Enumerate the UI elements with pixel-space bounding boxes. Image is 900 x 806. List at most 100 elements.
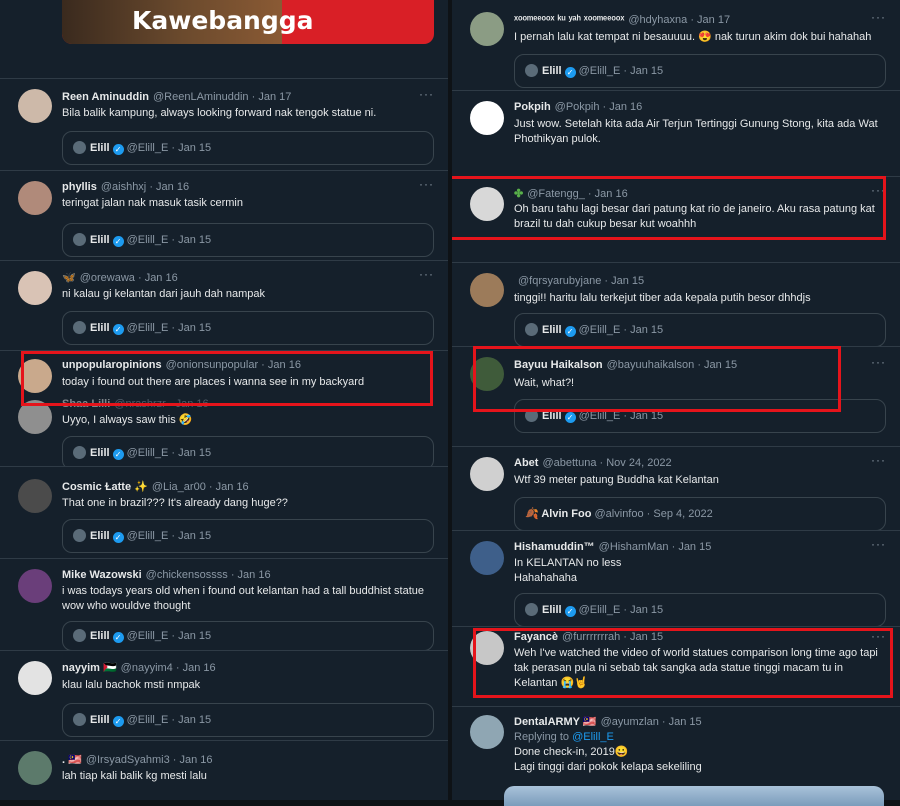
tweet-card[interactable]: @fqrsyarubyjane · Jan 15 tinggi!! haritu… [452,262,900,347]
tweet-author-name[interactable]: ˣᵒᵒᵐᵉᵉᵒᵒˣ ᵏᵘ ʸᵃʰ ˣᵒᵒᵐᵉᵉᵒᵒˣ [514,14,624,26]
quoted-tweet[interactable]: Elill ✓ @Elill_E · Jan 15 [62,519,434,553]
quoted-tweet[interactable]: Elill ✓ @Elill_E · Jan 15 [62,131,434,165]
tweet-date[interactable]: Jan 16 [595,188,628,200]
tweet-author-name[interactable]: Cosmic Ɫatte ✨ [62,481,148,493]
quoted-media-banner[interactable]: Kawebangga [62,0,434,44]
tweet-author-name[interactable]: Fayancè [514,631,558,643]
quoted-tweet[interactable]: Elill ✓ @Elill_E · Jan 15 [514,399,886,433]
tweet-author-name[interactable]: Pokpih [514,101,551,113]
tweet-date[interactable]: Jan 16 [180,754,213,766]
avatar[interactable] [470,631,504,665]
tweet-handle[interactable]: @nrashrzr [114,398,166,410]
tweet-card[interactable]: phyllis @aishhxj · Jan 16 ··· teringat ja… [0,170,448,260]
tweet-card[interactable]: Fayancè @furrrrrrrah · Jan 15 ··· Weh I'v… [452,626,900,706]
tweet-media-image[interactable] [504,786,884,806]
tweet-card[interactable]: Reen Aminuddin @ReenLAminuddin · Jan 17 ·… [0,78,448,170]
tweet-date[interactable]: Jan 16 [609,101,642,113]
avatar[interactable] [18,569,52,603]
tweet-date[interactable]: Jan 17 [697,14,730,26]
tweet-card[interactable]: unpopularopinions @onionsunpopular · Jan … [0,350,448,398]
more-dots-icon[interactable]: ··· [871,537,886,551]
more-dots-icon[interactable]: ··· [871,10,886,24]
tweet-date[interactable]: Jan 15 [669,716,702,728]
avatar[interactable] [470,457,504,491]
tweet-card[interactable]: Abet @abettuna · Nov 24, 2022 ··· Wtf 39 … [452,446,900,531]
tweet-author-name[interactable]: Mike Wazowski [62,569,142,581]
replying-handle-link[interactable]: @Elill_E [572,731,614,743]
tweet-card[interactable]: Shaa Lilli @nrashrzr · Jan 16 Uyyo, I alw… [0,398,448,470]
tweet-author-name[interactable]: Reen Aminuddin [62,91,149,103]
tweet-card[interactable]: Mike Wazowski @chickensossss · Jan 16 i w… [0,558,448,651]
tweet-card[interactable]: Pokpih @Pokpih · Jan 16 Just wow. Setelah… [452,90,900,176]
quoted-tweet[interactable]: Elill ✓ @Elill_E · Jan 15 [62,436,434,470]
tweet-date[interactable]: Jan 15 [630,631,663,643]
tweet-card[interactable]: Hishamuddin™ @HishamMan · Jan 15 ··· In K… [452,530,900,627]
tweet-handle[interactable]: @furrrrrrrah [562,631,620,643]
tweet-handle[interactable]: @nayyim4 [121,662,173,674]
tweet-date[interactable]: Jan 16 [238,569,271,581]
tweet-author-name[interactable]: phyllis [62,181,97,193]
avatar[interactable] [470,101,504,135]
more-dots-icon[interactable]: ··· [871,355,886,369]
tweet-author-name[interactable]: nayyim 🇵🇸 [62,662,117,674]
tweet-handle[interactable]: @ReenLAminuddin [153,91,249,103]
avatar[interactable] [18,89,52,123]
more-dots-icon[interactable]: ··· [871,183,886,197]
tweet-date[interactable]: Jan 16 [216,481,249,493]
avatar[interactable] [18,359,52,393]
avatar[interactable] [18,661,52,695]
more-dots-icon[interactable]: ··· [871,629,886,643]
more-dots-icon[interactable]: ··· [419,87,434,101]
quoted-tweet[interactable]: Elill ✓ @Elill_E · Jan 15 [62,311,434,345]
tweet-author-name[interactable]: . 🇲🇾 [62,754,82,766]
more-dots-icon[interactable]: ··· [871,453,886,467]
quoted-tweet[interactable]: Elill ✓ @Elill_E · Jan 15 [62,621,434,651]
quoted-tweet[interactable]: Elill ✓ @Elill_E · Jan 15 [514,593,886,627]
tweet-handle[interactable]: @abettuna [542,457,596,469]
tweet-handle[interactable]: @aishhxj [101,181,146,193]
tweet-date[interactable]: Jan 15 [678,541,711,553]
tweet-date[interactable]: Jan 16 [156,181,189,193]
avatar[interactable] [470,12,504,46]
tweet-handle[interactable]: @chickensossss [146,569,228,581]
tweet-author-name[interactable]: ✤ [514,188,523,200]
tweet-author-name[interactable]: Shaa Lilli [62,398,110,410]
tweet-handle[interactable]: @ayumzlan [601,716,659,728]
quoted-tweet[interactable]: 🍂 Alvin Foo @alvinfoo · Sep 4, 2022 [514,497,886,531]
tweet-card[interactable]: ✤ @Fatengg_ · Jan 16 ··· Oh baru tahu lag… [452,176,900,260]
tweet-card[interactable]: nayyim 🇵🇸 @nayyim4 · Jan 16 klau lalu bac… [0,650,448,740]
tweet-author-name[interactable]: DentalARMY 🇲🇾 [514,716,597,728]
avatar[interactable] [470,715,504,749]
tweet-card[interactable]: Cosmic Ɫatte ✨ @Lia_ar00 · Jan 16 That on… [0,466,448,558]
tweet-author-name[interactable]: Abet [514,457,538,469]
tweet-author-name[interactable]: 🦋 [62,272,76,284]
avatar[interactable] [18,479,52,513]
tweet-card[interactable]: . 🇲🇾 @IrsyadSyahmi3 · Jan 16 lah tiap kal… [0,740,448,800]
avatar[interactable] [470,273,504,307]
more-dots-icon[interactable]: ··· [419,267,434,281]
tweet-date[interactable]: Jan 16 [183,662,216,674]
tweet-date[interactable]: Jan 15 [611,275,644,287]
tweet-handle[interactable]: @HishamMan [599,541,669,553]
more-dots-icon[interactable]: ··· [419,177,434,191]
tweet-date[interactable]: Jan 15 [704,359,737,371]
tweet-date[interactable]: Jan 16 [268,359,301,371]
tweet-handle[interactable]: @Lia_ar00 [152,481,206,493]
avatar[interactable] [470,187,504,221]
tweet-card[interactable]: ˣᵒᵒᵐᵉᵉᵒᵒˣ ᵏᵘ ʸᵃʰ ˣᵒᵒᵐᵉᵉᵒᵒˣ @hdyhaxna · Ja… [452,0,900,88]
tweet-handle[interactable]: @Fatengg_ [527,188,585,200]
tweet-handle[interactable]: @fqrsyarubyjane [518,275,601,287]
avatar[interactable] [470,541,504,575]
tweet-card[interactable]: Bayuu Haikalson @bayuuhaikalson · Jan 15 … [452,346,900,446]
tweet-author-name[interactable]: Hishamuddin™ [514,541,595,553]
tweet-date[interactable]: Nov 24, 2022 [606,457,671,469]
avatar[interactable] [18,181,52,215]
tweet-card[interactable]: 🦋 @orewawa · Jan 16 ··· ni kalau gi kelan… [0,260,448,350]
quoted-tweet[interactable]: Elill ✓ @Elill_E · Jan 15 [62,703,434,737]
quoted-tweet[interactable]: Elill ✓ @Elill_E · Jan 15 [62,223,434,257]
tweet-date[interactable]: Jan 16 [145,272,178,284]
tweet-handle[interactable]: @onionsunpopular [166,359,259,371]
quoted-tweet[interactable]: Elill ✓ @Elill_E · Jan 15 [514,54,886,88]
tweet-handle[interactable]: @Pokpih [555,101,600,113]
avatar[interactable] [18,271,52,305]
